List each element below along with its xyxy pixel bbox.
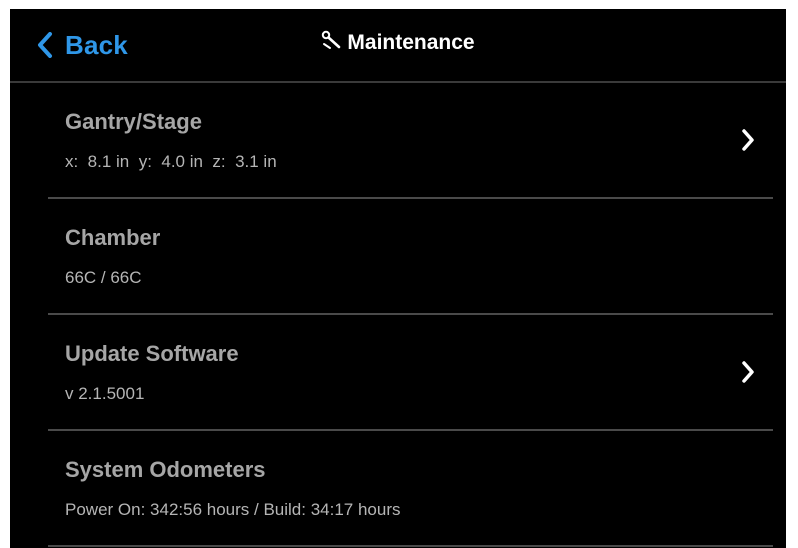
page-title: Maintenance xyxy=(347,31,475,54)
list-item-title: Chamber xyxy=(65,225,161,250)
list-item-update-software[interactable]: Update Software v 2.1.5001 xyxy=(48,315,773,431)
list-item-gantry-stage[interactable]: Gantry/Stage x: 8.1 in y: 4.0 in z: 3.1 … xyxy=(48,83,773,199)
header-bar: Back Maintenance xyxy=(10,9,786,83)
list-item-subtitle: v 2.1.5001 xyxy=(65,384,145,403)
page-title-container: Maintenance xyxy=(10,30,786,56)
list-item-title: Update Software xyxy=(65,341,239,366)
list-item-system-odometers: System Odometers Power On: 342:56 hours … xyxy=(48,431,773,547)
wrench-icon xyxy=(321,30,343,56)
list-item-title: Gantry/Stage xyxy=(65,109,202,134)
list-item-subtitle: Power On: 342:56 hours / Build: 34:17 ho… xyxy=(65,500,401,519)
list-item-title: System Odometers xyxy=(65,457,266,482)
list-item-subtitle: x: 8.1 in y: 4.0 in z: 3.1 in xyxy=(65,152,277,171)
chevron-right-icon[interactable] xyxy=(741,129,755,156)
maintenance-list: Gantry/Stage x: 8.1 in y: 4.0 in z: 3.1 … xyxy=(48,83,773,547)
maintenance-screen: Back Maintenance Gantry/Stage x: 8.1 in … xyxy=(10,9,786,548)
chevron-right-icon[interactable] xyxy=(741,361,755,388)
list-item-chamber: Chamber 66C / 66C xyxy=(48,199,773,315)
list-item-subtitle: 66C / 66C xyxy=(65,268,142,287)
